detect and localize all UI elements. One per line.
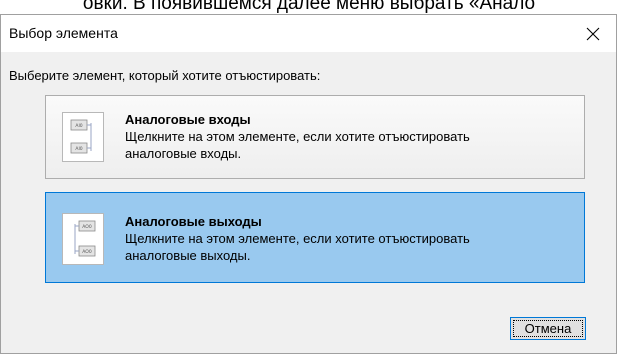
cancel-button[interactable]: Отмена [510, 317, 586, 340]
svg-text:AO0: AO0 [82, 224, 92, 230]
analog-outputs-title: Аналоговые выходы [125, 214, 262, 229]
close-icon [586, 27, 600, 40]
svg-text:AO0: AO0 [82, 249, 92, 255]
select-element-dialog: Выбор элемента Выберите элемент, который… [0, 14, 617, 354]
analog-inputs-icon: AI0 AI0 [62, 112, 104, 162]
close-button[interactable] [570, 15, 616, 52]
dialog-title: Выбор элемента [9, 25, 118, 41]
analog-outputs-icon: AO0 AO0 [62, 213, 104, 265]
svg-text:AI0: AI0 [75, 123, 82, 129]
analog-outputs-option[interactable]: AO0 AO0 Аналоговые выходы Щелкните на эт… [45, 192, 585, 283]
svg-text:AI0: AI0 [75, 146, 82, 152]
cancel-label: Отмена [513, 320, 583, 337]
analog-inputs-description: Щелкните на этом элементе, если хотите о… [125, 129, 470, 161]
analog-inputs-option[interactable]: AI0 AI0 Аналоговые входы Щелкните на это… [45, 95, 585, 179]
dialog-prompt: Выберите элемент, который хотите отъюсти… [9, 68, 321, 83]
analog-outputs-description: Щелкните на этом элементе, если хотите о… [125, 231, 470, 263]
dialog-titlebar: Выбор элемента [1, 15, 616, 52]
analog-inputs-title: Аналоговые входы [125, 112, 251, 127]
background-document-text: овки. В появившемся далее меню выбрать «… [82, 0, 536, 14]
